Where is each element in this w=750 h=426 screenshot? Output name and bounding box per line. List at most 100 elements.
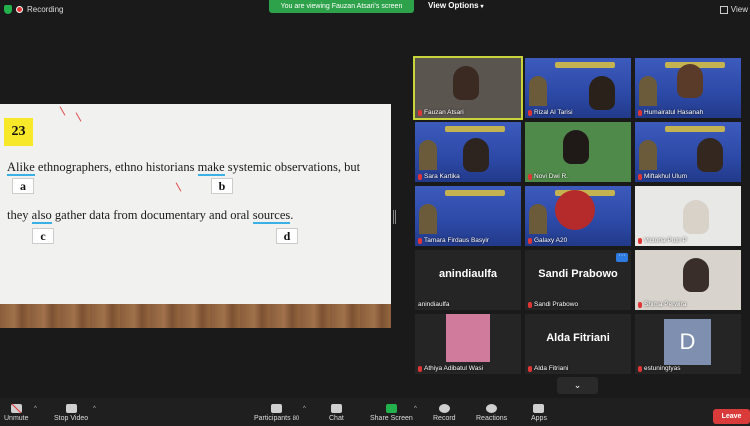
- video-tile[interactable]: Sara Kartika: [415, 122, 521, 182]
- share-options-caret[interactable]: ^: [414, 406, 417, 412]
- mic-muted-icon: [638, 301, 642, 308]
- top-bar: Recording You are viewing Fauzan Atsari'…: [0, 0, 750, 22]
- participant-video: [683, 258, 709, 292]
- recording-label: Recording: [27, 5, 64, 14]
- participants-button[interactable]: Participants 80: [254, 404, 299, 422]
- split-resize-handle[interactable]: [393, 210, 396, 224]
- avatar: D: [664, 319, 711, 365]
- annotation-mark: [175, 182, 182, 192]
- participants-options-caret[interactable]: ^: [303, 406, 306, 412]
- video-tile[interactable]: Athiya Adibatul Wasi: [415, 314, 521, 374]
- video-tile[interactable]: Victoria Putri P: [635, 186, 741, 246]
- line2-post: .: [290, 208, 294, 222]
- participant-video: [555, 190, 595, 230]
- video-tile[interactable]: Fauzan Atsari: [413, 56, 523, 120]
- mic-muted-icon: [638, 365, 642, 372]
- recording-indicator[interactable]: Recording: [4, 5, 63, 14]
- record-icon: [438, 404, 450, 413]
- unmute-label: Unmute: [4, 415, 29, 422]
- wood-floor: [0, 304, 391, 328]
- mic-muted-icon: [418, 237, 422, 244]
- participant-name: Sandi Prabowo: [528, 301, 578, 308]
- apps-label: Apps: [531, 415, 547, 422]
- participant-gallery: Fauzan Atsari Rizal Al Tarisi Humairatul…: [413, 56, 745, 374]
- participant-name: Humairatul Hasanah: [638, 109, 703, 116]
- record-button[interactable]: Record: [433, 404, 456, 422]
- participant-name: Shima Perwira: [638, 301, 686, 308]
- chat-icon: [330, 404, 342, 413]
- label-b: b: [211, 178, 233, 194]
- participant-name: Miftakhul Ulum: [638, 173, 687, 180]
- share-screen-label: Share Screen: [370, 415, 413, 422]
- mic-muted-icon: [528, 301, 532, 308]
- word-c: also: [31, 208, 52, 224]
- chat-button[interactable]: Chat: [329, 404, 344, 422]
- video-tile[interactable]: anindiaulfa anindiaulfa: [415, 250, 521, 310]
- meeting-toolbar: Unmute ^ Stop Video ^ Participants 80 ^ C…: [0, 398, 750, 426]
- reactions-button[interactable]: Reactions: [476, 404, 507, 422]
- leave-button[interactable]: Leave: [713, 409, 750, 424]
- video-tile[interactable]: Rizal Al Tarisi: [525, 58, 631, 118]
- video-tile[interactable]: Novi Dwi R.: [525, 122, 631, 182]
- video-tile[interactable]: Humairatul Hasanah: [635, 58, 741, 118]
- line1-post: systemic observations, but: [224, 160, 361, 174]
- microphone-muted-icon: [10, 404, 22, 413]
- video-tile[interactable]: Alda Fitriani Alda Fitriani: [525, 314, 631, 374]
- participant-name: Sara Kartika: [418, 173, 460, 180]
- participant-video: [563, 130, 589, 164]
- mic-muted-icon: [418, 109, 422, 116]
- view-options-label: View Options: [428, 1, 479, 10]
- video-tile[interactable]: Shima Perwira: [635, 250, 741, 310]
- view-label: View: [730, 5, 748, 14]
- participant-name: Fauzan Atsari: [418, 109, 464, 116]
- line1-mid: ethnographers, ethno historians: [34, 160, 198, 174]
- apps-icon: [533, 404, 545, 413]
- share-screen-icon: [385, 404, 397, 413]
- participants-label: Participants: [254, 415, 291, 422]
- participant-video: [677, 64, 703, 98]
- participant-video: [453, 66, 479, 100]
- participant-display-name: Alda Fitriani: [546, 332, 610, 344]
- more-options-icon[interactable]: ···: [616, 252, 628, 262]
- video-tile[interactable]: D estuningtyas: [635, 314, 741, 374]
- share-screen-button[interactable]: Share Screen: [370, 404, 413, 422]
- gallery-next-page-button[interactable]: ⌄: [557, 377, 598, 394]
- participant-name: Athiya Adibatul Wasi: [418, 365, 483, 372]
- view-options-button[interactable]: View Options ▾: [428, 1, 484, 10]
- view-button[interactable]: View: [719, 5, 748, 14]
- video-tile[interactable]: Galaxy A20: [525, 186, 631, 246]
- unmute-button[interactable]: Unmute: [4, 404, 29, 422]
- record-label: Record: [433, 415, 456, 422]
- participant-name: Galaxy A20: [528, 237, 567, 244]
- question-number: 23: [4, 118, 33, 146]
- video-tile[interactable]: ··· Sandi Prabowo Sandi Prabowo: [525, 250, 631, 310]
- participant-display-name: Sandi Prabowo: [538, 268, 618, 280]
- participant-name: Tamara Firdaus Basyir: [418, 237, 489, 244]
- mic-muted-icon: [638, 237, 642, 244]
- mic-muted-icon: [418, 173, 422, 180]
- participants-icon: [271, 404, 283, 413]
- participant-name: Victoria Putri P: [638, 237, 687, 244]
- apps-button[interactable]: Apps: [531, 404, 547, 422]
- mic-muted-icon: [528, 109, 532, 116]
- word-a: Alike: [7, 160, 35, 176]
- word-d: sources: [252, 208, 291, 224]
- line2-mid: gather data from documentary and oral: [51, 208, 253, 222]
- participant-name: Alda Fitriani: [528, 365, 568, 372]
- video-tile[interactable]: Tamara Firdaus Basyir: [415, 186, 521, 246]
- audio-options-caret[interactable]: ^: [34, 406, 37, 412]
- video-options-caret[interactable]: ^: [93, 406, 96, 412]
- video-tile[interactable]: Miftakhul Ulum: [635, 122, 741, 182]
- stop-video-button[interactable]: Stop Video: [54, 404, 88, 422]
- sentence-line-2: they also gather data from documentary a…: [7, 208, 294, 224]
- participant-name: anindiaulfa: [418, 301, 450, 308]
- shared-screen: 23 Alike ethnographers, ethno historians…: [0, 104, 391, 328]
- participant-name: Novi Dwi R.: [528, 173, 568, 180]
- line2-pre: they: [7, 208, 32, 222]
- mic-muted-icon: [638, 109, 642, 116]
- grid-icon: [719, 5, 728, 14]
- mic-muted-icon: [418, 365, 422, 372]
- chevron-down-icon: ▾: [480, 4, 484, 10]
- participant-name: estuningtyas: [638, 365, 681, 372]
- mic-muted-icon: [528, 365, 532, 372]
